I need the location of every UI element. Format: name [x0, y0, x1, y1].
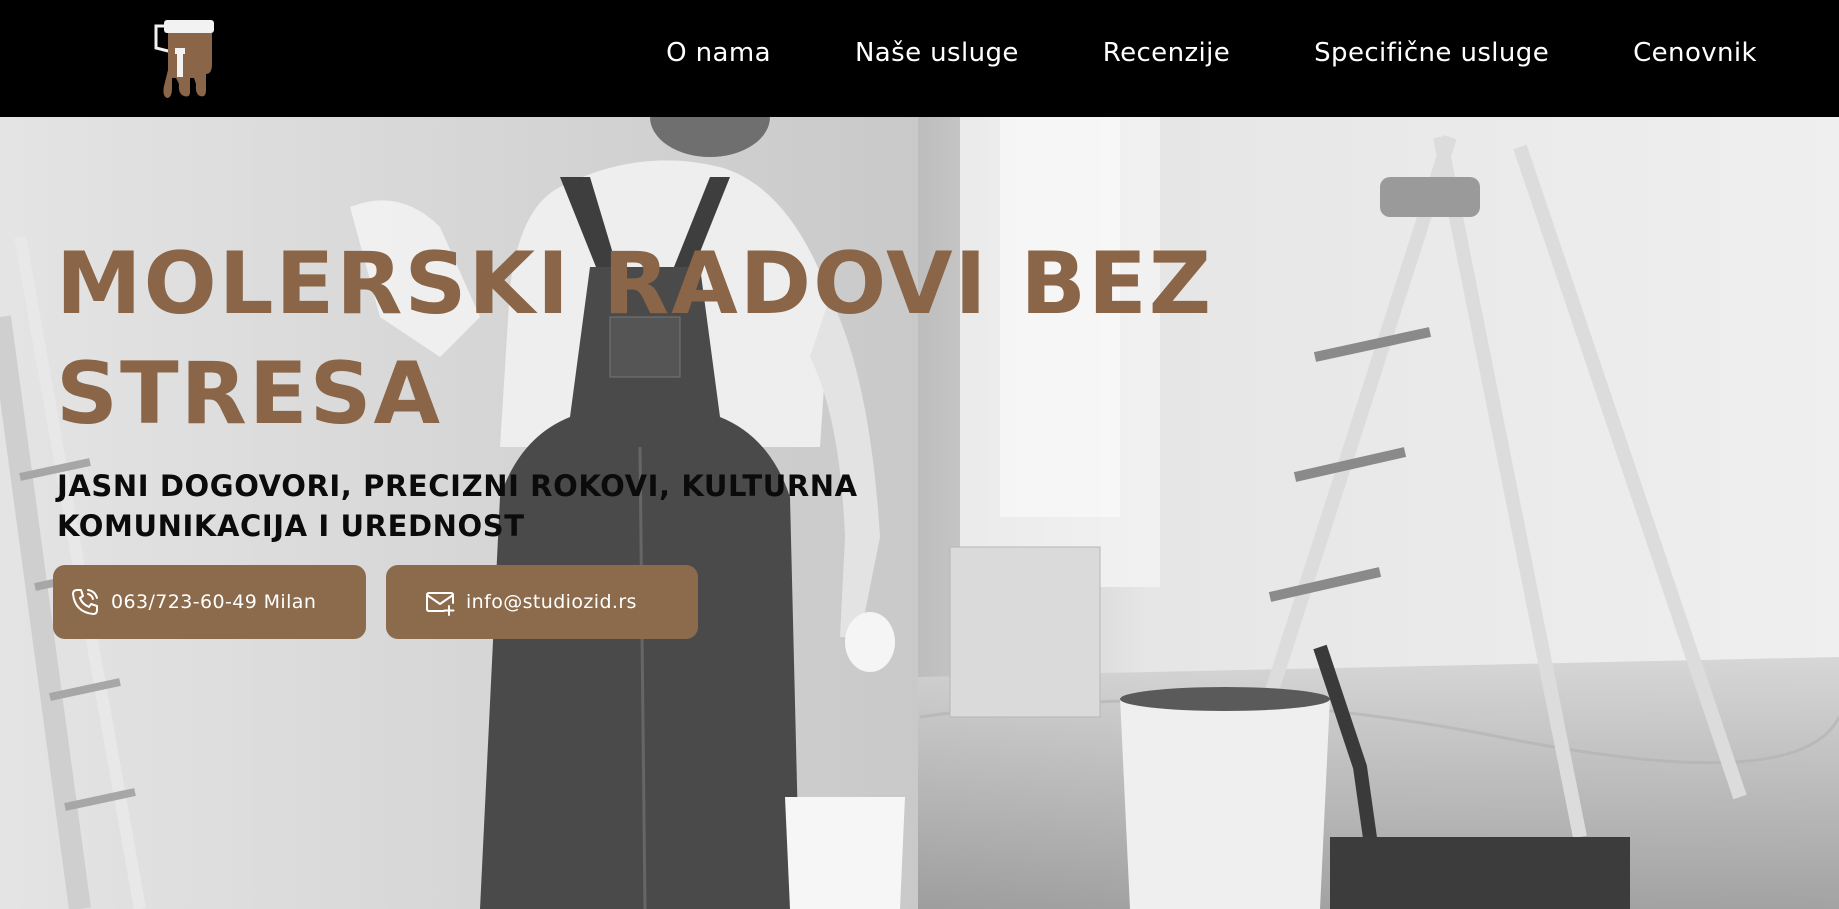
nav-item-specificne-usluge[interactable]: Specifične usluge: [1314, 38, 1549, 68]
hero-subheadline: JASNI DOGOVORI, PRECIZNI ROKOVI, KULTURN…: [57, 466, 1017, 546]
hero-section: MOLERSKI RADOVI BEZ STRESA JASNI DOGOVOR…: [0, 117, 1839, 909]
phone-contact-label: 063/723-60-49 Milan: [111, 591, 317, 613]
paint-roller-logo-icon[interactable]: [150, 18, 222, 98]
nav-item-o-nama[interactable]: O nama: [666, 38, 771, 68]
top-navigation-bar: O nama Naše usluge Recenzije Specifične …: [0, 0, 1839, 117]
phone-contact-button[interactable]: 063/723-60-49 Milan: [53, 565, 366, 639]
phone-icon: [69, 586, 101, 618]
email-contact-button[interactable]: info@studiozid.rs: [386, 565, 698, 639]
nav-item-cenovnik[interactable]: Cenovnik: [1633, 38, 1757, 68]
hero-headline-line-1: MOLERSKI RADOVI BEZ: [56, 234, 1214, 334]
hero-subheadline-line-1: JASNI DOGOVORI, PRECIZNI ROKOVI, KULTURN…: [57, 469, 858, 503]
mail-icon: [424, 586, 456, 618]
email-contact-label: info@studiozid.rs: [466, 591, 637, 613]
hero-headline-line-2: STRESA: [56, 344, 443, 444]
nav-item-nase-usluge[interactable]: Naše usluge: [855, 38, 1019, 68]
main-nav: O nama Naše usluge Recenzije Specifične …: [666, 38, 1757, 68]
hero-headline: MOLERSKI RADOVI BEZ STRESA: [56, 229, 1496, 449]
nav-item-recenzije[interactable]: Recenzije: [1103, 38, 1230, 68]
hero-subheadline-line-2: KOMUNIKACIJA I UREDNOST: [57, 509, 525, 543]
